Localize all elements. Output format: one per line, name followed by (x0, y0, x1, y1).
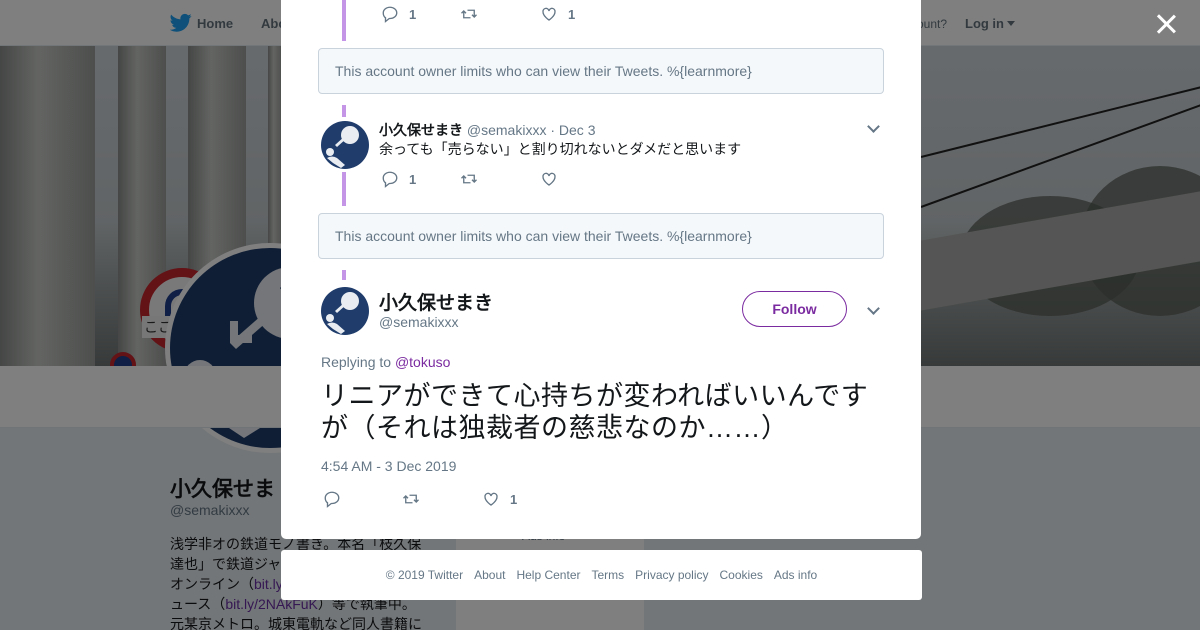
main-tweet-avatar[interactable] (321, 287, 369, 335)
replying-prefix: Replying to (321, 354, 392, 370)
chevron-down-icon[interactable] (867, 122, 879, 134)
tweet-timestamp[interactable]: 4:54 AM - 3 Dec 2019 (321, 458, 456, 474)
modal-footer: © 2019 Twitter About Help Center Terms P… (281, 550, 922, 600)
main-tweet-author-name[interactable]: 小久保せまき (379, 288, 493, 315)
reply-icon (382, 6, 398, 23)
reply-count: 1 (409, 6, 417, 22)
heart-icon (542, 7, 556, 21)
footer-about-link[interactable]: About (474, 568, 505, 582)
tweet-header: 小久保せまき @semakixxx · Dec 3 (379, 120, 595, 140)
main-tweet-avatar-image (326, 292, 359, 334)
reply-icon (324, 491, 340, 508)
tweet-avatar-image (326, 126, 359, 168)
close-icon[interactable] (1154, 12, 1178, 36)
chevron-down-icon[interactable] (867, 304, 879, 316)
like-action[interactable]: 1 (540, 4, 575, 24)
follow-button[interactable]: Follow (742, 291, 847, 327)
tweet-text: 余っても「売らない」と割り切れないとダメだと思います (379, 141, 742, 157)
like-count: 1 (510, 491, 518, 507)
protected-tweet-notice: This account owner limits who can view t… (318, 48, 884, 94)
retweet-action[interactable] (402, 489, 430, 509)
like-action[interactable] (540, 169, 568, 189)
heart-icon (542, 172, 556, 186)
tweet-author-handle[interactable]: @semakixxx (467, 122, 547, 138)
footer-cookies-link[interactable]: Cookies (720, 568, 763, 582)
footer-copyright: © 2019 Twitter (385, 568, 464, 582)
retweet-icon (403, 494, 419, 504)
replying-to-link[interactable]: @tokuso (395, 354, 450, 370)
reply-count: 1 (409, 171, 417, 187)
reply-action[interactable]: 1 (381, 4, 416, 24)
tweet-modal: 1 1 This account owner limits who can vi… (281, 0, 921, 539)
like-action[interactable]: 1 (482, 489, 517, 509)
tweet-date[interactable]: Dec 3 (559, 122, 596, 138)
retweet-icon (461, 9, 477, 19)
footer-help-link[interactable]: Help Center (516, 568, 580, 582)
footer-terms-link[interactable]: Terms (591, 568, 624, 582)
footer-privacy-link[interactable]: Privacy policy (635, 568, 708, 582)
main-tweet-author-handle[interactable]: @semakixxx (379, 314, 459, 330)
tweet-avatar[interactable] (321, 121, 369, 169)
thread-line (342, 105, 346, 117)
footer-ads-link[interactable]: Ads info (774, 568, 817, 582)
reply-action[interactable] (323, 489, 351, 509)
retweet-action[interactable] (460, 4, 488, 24)
protected-tweet-notice: This account owner limits who can view t… (318, 213, 884, 259)
replying-to: Replying to @tokuso (321, 354, 450, 370)
reply-action[interactable]: 1 (381, 169, 416, 189)
like-count: 1 (568, 6, 576, 22)
thread-line (342, 270, 346, 280)
reply-icon (382, 171, 398, 188)
heart-icon (484, 492, 498, 506)
main-tweet-text: リニアができて心持ちが変わればいいんですが（それは独裁者の慈悲なのか……） (321, 381, 869, 443)
thread-line (342, 0, 346, 41)
tweet-author-name[interactable]: 小久保せまき (379, 122, 463, 138)
tweet-separator: · (550, 122, 556, 138)
retweet-action[interactable] (460, 169, 488, 189)
retweet-icon (461, 174, 477, 184)
thread-line (342, 172, 346, 206)
